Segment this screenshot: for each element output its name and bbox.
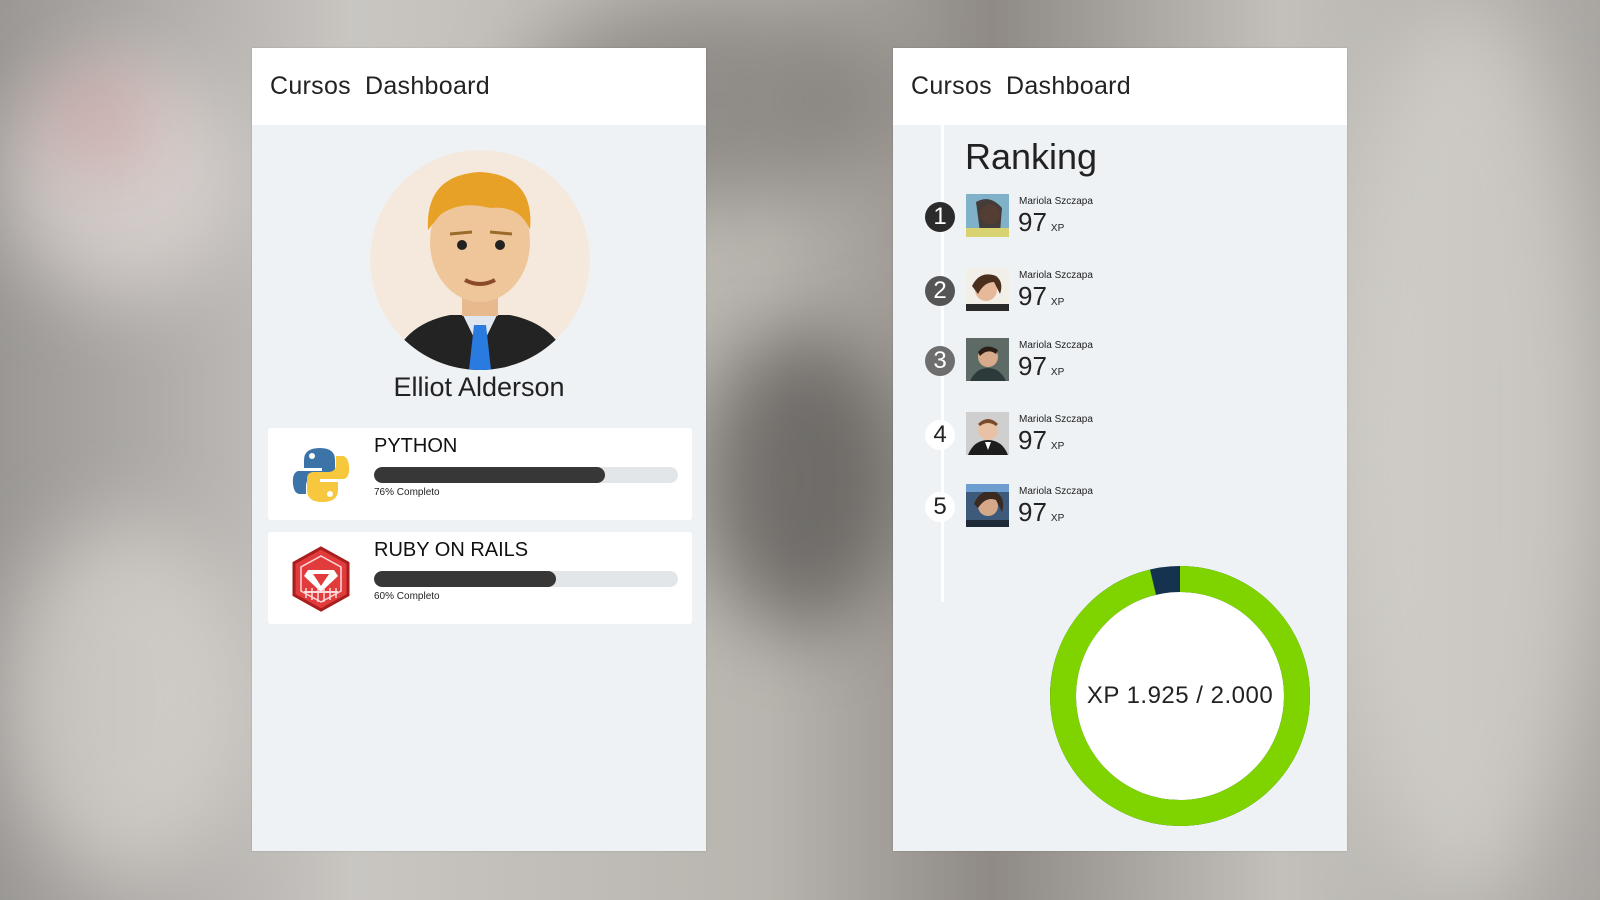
progress-bar — [374, 467, 678, 483]
nav-cursos[interactable]: Cursos — [270, 72, 351, 101]
rank-xp: 97 XP — [1018, 207, 1065, 237]
rank-avatar — [966, 484, 1009, 527]
ranking-row[interactable]: 5 Mariola Szczapa 97 XP — [925, 484, 1325, 532]
rank-name: Mariola Szczapa — [1019, 270, 1093, 281]
rank-avatar — [966, 268, 1009, 311]
panel-header: Cursos Dashboard — [252, 48, 706, 125]
ranking-panel: Cursos Dashboard Ranking 1 Mariola Szcza… — [893, 48, 1347, 851]
rank-xp: 97 XP — [1018, 497, 1065, 527]
progress-label: 76% Completo — [374, 487, 440, 498]
rank-badge: 5 — [925, 492, 955, 522]
progress-fill — [374, 467, 606, 483]
course-title: RUBY ON RAILS — [374, 539, 529, 561]
rank-badge: 3 — [925, 346, 955, 376]
course-card-ruby[interactable]: RUBY ON RAILS 60% Completo — [268, 532, 692, 624]
panel-header: Cursos Dashboard — [893, 48, 1347, 125]
rank-avatar — [966, 338, 1009, 381]
rank-name: Mariola Szczapa — [1019, 486, 1093, 497]
ranking-row[interactable]: 4 Mariola Szczapa 97 XP — [925, 412, 1325, 460]
rank-name: Mariola Szczapa — [1019, 414, 1093, 425]
rank-badge: 4 — [925, 420, 955, 450]
ranking-title: Ranking — [965, 136, 1098, 177]
xp-label: XP 1.925 / 2.000 — [1086, 682, 1274, 709]
ruby-gem-icon — [288, 546, 354, 612]
profile-panel: Cursos Dashboard Elliot Alderson PYTHON … — [252, 48, 706, 851]
nav-dashboard[interactable]: Dashboard — [365, 72, 490, 101]
course-card-python[interactable]: PYTHON 76% Completo — [268, 428, 692, 520]
nav-cursos[interactable]: Cursos — [911, 72, 992, 101]
rank-avatar — [966, 194, 1009, 237]
rank-badge: 2 — [925, 276, 955, 306]
ranking-row[interactable]: 2 Mariola Szczapa 97 XP — [925, 268, 1325, 316]
python-logo-icon — [288, 442, 354, 508]
nav-dashboard[interactable]: Dashboard — [1006, 72, 1131, 101]
rank-xp: 97 XP — [1018, 351, 1065, 381]
user-avatar — [370, 150, 590, 370]
rank-xp: 97 XP — [1018, 425, 1065, 455]
progress-bar — [374, 571, 678, 587]
ranking-row[interactable]: 3 Mariola Szczapa 97 XP — [925, 338, 1325, 386]
progress-label: 60% Completo — [374, 591, 440, 602]
rank-name: Mariola Szczapa — [1019, 340, 1093, 351]
rank-badge: 1 — [925, 202, 955, 232]
rank-avatar — [966, 412, 1009, 455]
course-title: PYTHON — [374, 435, 458, 457]
user-name: Elliot Alderson — [393, 372, 565, 402]
rank-name: Mariola Szczapa — [1019, 196, 1093, 207]
progress-fill — [374, 571, 557, 587]
ranking-row[interactable]: 1 Mariola Szczapa 97 XP — [925, 194, 1325, 242]
rank-xp: 97 XP — [1018, 281, 1065, 311]
